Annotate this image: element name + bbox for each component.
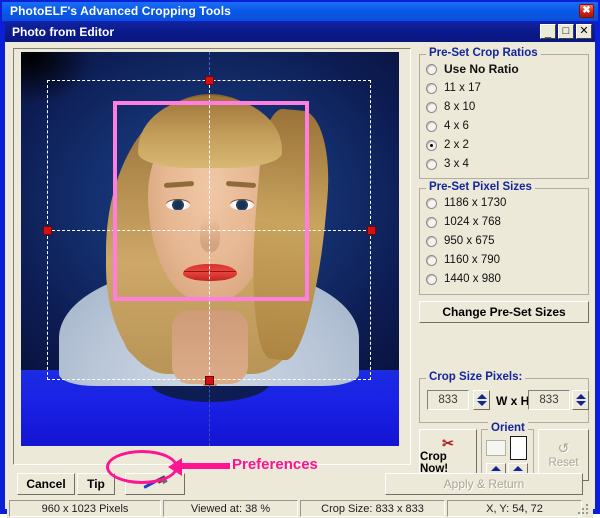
radio-icon[interactable] bbox=[426, 82, 437, 94]
child-window: Photo from Editor _ □ ✕ Pre-Set Crop Rat… bbox=[4, 21, 596, 518]
radio-11x17[interactable]: 11 x 17 bbox=[426, 80, 481, 96]
resize-handle-bottom[interactable] bbox=[205, 376, 214, 385]
action-bar: Cancel Tip Apply & Return bbox=[13, 470, 587, 498]
apply-and-return-button: Apply & Return bbox=[385, 473, 583, 495]
annotation-arrow-shaft bbox=[178, 463, 230, 469]
radio-label: 1024 x 768 bbox=[444, 216, 501, 228]
crop-size-group: Crop Size Pixels: 833 W x H 833 bbox=[419, 371, 589, 423]
radio-icon[interactable] bbox=[426, 273, 437, 285]
chevron-up-icon[interactable] bbox=[575, 394, 586, 399]
change-preset-sizes-button[interactable]: Change Pre-Set Sizes bbox=[419, 301, 589, 323]
status-bar: 960 x 1023 Pixels Viewed at: 38 % Crop S… bbox=[7, 499, 593, 518]
radio-4x6[interactable]: 4 x 6 bbox=[426, 118, 469, 134]
radio-icon[interactable] bbox=[426, 254, 437, 266]
status-zoom: Viewed at: 38 % bbox=[163, 500, 298, 517]
minimize-icon[interactable]: _ bbox=[540, 24, 556, 39]
preferences-button[interactable] bbox=[125, 473, 185, 495]
status-crop-size: Crop Size: 833 x 833 bbox=[300, 500, 445, 517]
reset-label: Reset bbox=[548, 457, 579, 469]
status-dimensions: 960 x 1023 Pixels bbox=[9, 500, 161, 517]
hammer-icon bbox=[142, 475, 168, 491]
crosshair-vertical-extension-bottom bbox=[209, 380, 210, 446]
radio-2x2[interactable]: 2 x 2 bbox=[426, 137, 469, 153]
chevron-down-icon[interactable] bbox=[476, 401, 487, 406]
radio-8x10[interactable]: 8 x 10 bbox=[426, 99, 475, 115]
radio-label: 1440 x 980 bbox=[444, 273, 501, 285]
radio-label: 1160 x 790 bbox=[444, 254, 501, 266]
scissors-icon: ✂ bbox=[442, 434, 454, 451]
photo-preview[interactable] bbox=[21, 52, 399, 446]
radio-label: 1186 x 1730 bbox=[444, 197, 507, 209]
image-canvas[interactable] bbox=[13, 48, 411, 465]
radio-1160x790[interactable]: 1160 x 790 bbox=[426, 252, 500, 268]
tools-panel: Pre-Set Crop Ratios Use No Ratio 11 x 17… bbox=[417, 47, 591, 481]
inner-window-title: Photo from Editor bbox=[12, 25, 114, 39]
radio-icon[interactable] bbox=[426, 197, 437, 209]
maximize-icon[interactable]: □ bbox=[558, 24, 574, 39]
radio-use-no-ratio[interactable]: Use No Ratio bbox=[426, 61, 519, 77]
crop-ratios-group: Pre-Set Crop Ratios Use No Ratio 11 x 17… bbox=[419, 47, 589, 179]
radio-950x675[interactable]: 950 x 675 bbox=[426, 233, 495, 249]
window-controls: _ □ ✕ bbox=[540, 24, 592, 39]
outer-window-title: PhotoELF's Advanced Cropping Tools bbox=[10, 4, 231, 18]
crop-ratios-title: Pre-Set Crop Ratios bbox=[426, 47, 541, 59]
resize-handle-left[interactable] bbox=[43, 226, 52, 235]
crop-width-input[interactable]: 833 bbox=[427, 390, 469, 410]
resize-grip-icon[interactable] bbox=[578, 504, 590, 516]
crop-width-spinner[interactable] bbox=[473, 390, 490, 410]
radio-icon[interactable] bbox=[426, 101, 437, 113]
crop-height-input[interactable]: 833 bbox=[528, 390, 570, 410]
radio-1440x980[interactable]: 1440 x 980 bbox=[426, 271, 501, 287]
radio-label: 950 x 675 bbox=[444, 235, 495, 247]
radio-1024x768[interactable]: 1024 x 768 bbox=[426, 214, 501, 230]
orientation-landscape-box[interactable] bbox=[486, 440, 506, 456]
radio-icon[interactable] bbox=[426, 120, 437, 132]
radio-icon[interactable] bbox=[426, 216, 437, 228]
wxh-separator-label: W x H bbox=[496, 394, 530, 408]
close-window-icon[interactable]: ✕ bbox=[576, 24, 592, 39]
radio-label: 4 x 6 bbox=[444, 120, 469, 132]
crop-rectangle[interactable] bbox=[113, 101, 309, 301]
inner-titlebar: Photo from Editor _ □ ✕ bbox=[5, 22, 595, 42]
cancel-button[interactable]: Cancel bbox=[17, 473, 75, 495]
annotation-label: Preferences bbox=[232, 456, 318, 473]
radio-icon[interactable] bbox=[426, 235, 437, 247]
outer-titlebar: PhotoELF's Advanced Cropping Tools ✖ bbox=[2, 2, 598, 21]
radio-icon[interactable] bbox=[426, 158, 437, 170]
radio-icon[interactable] bbox=[426, 63, 437, 75]
radio-label: 2 x 2 bbox=[444, 139, 469, 151]
radio-label: Use No Ratio bbox=[444, 62, 519, 76]
close-icon[interactable]: ✖ bbox=[579, 4, 594, 18]
orientation-portrait-box[interactable] bbox=[510, 436, 527, 460]
chevron-down-icon[interactable] bbox=[575, 401, 586, 406]
crop-height-spinner[interactable] bbox=[572, 390, 589, 410]
resize-handle-top[interactable] bbox=[205, 76, 214, 85]
radio-1186x1730[interactable]: 1186 x 1730 bbox=[426, 195, 506, 211]
crop-size-title: Crop Size Pixels: bbox=[426, 371, 526, 383]
chevron-up-icon[interactable] bbox=[476, 394, 487, 399]
status-coordinates: X, Y: 54, 72 bbox=[447, 500, 582, 517]
pixel-sizes-title: Pre-Set Pixel Sizes bbox=[426, 181, 535, 193]
annotation-arrow-head bbox=[168, 458, 182, 476]
radio-label: 11 x 17 bbox=[444, 82, 481, 94]
radio-icon-selected[interactable] bbox=[426, 139, 437, 151]
pixel-sizes-group: Pre-Set Pixel Sizes 1186 x 1730 1024 x 7… bbox=[419, 181, 589, 295]
radio-label: 8 x 10 bbox=[444, 101, 476, 113]
orient-title: Orient bbox=[488, 422, 528, 434]
radio-3x4[interactable]: 3 x 4 bbox=[426, 156, 469, 172]
radio-label: 3 x 4 bbox=[444, 158, 469, 170]
resize-handle-right[interactable] bbox=[367, 226, 376, 235]
application-window: PhotoELF's Advanced Cropping Tools ✖ Pho… bbox=[0, 0, 600, 518]
reset-icon: ↺ bbox=[557, 440, 570, 456]
tip-button[interactable]: Tip bbox=[77, 473, 115, 495]
